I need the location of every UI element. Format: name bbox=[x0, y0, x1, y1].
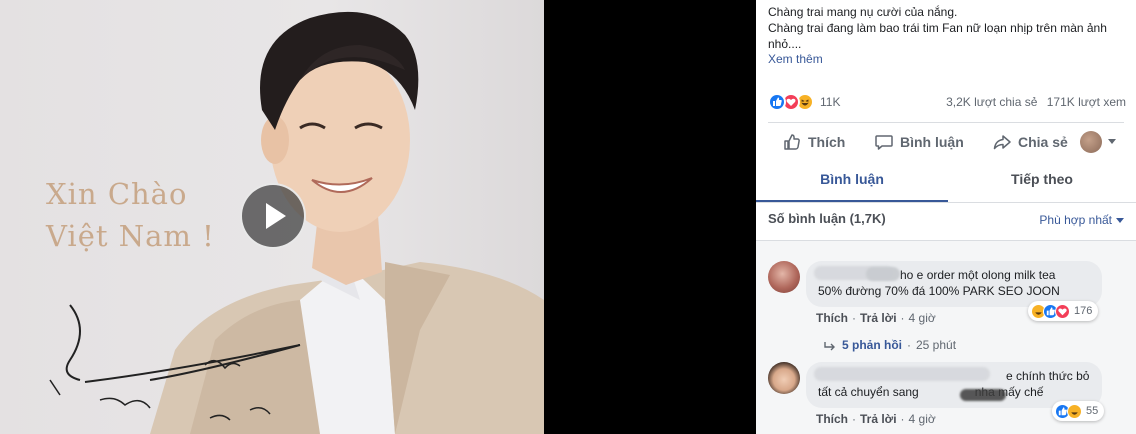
redacted-text bbox=[960, 389, 1006, 401]
like-button[interactable]: Thích bbox=[782, 132, 845, 152]
share-count[interactable]: 3,2K lượt chia sẻ bbox=[946, 95, 1037, 109]
post-caption-line2: Chàng trai đang làm bao trái tim Fan nữ … bbox=[768, 21, 1107, 35]
posting-as-avatar[interactable] bbox=[1080, 131, 1102, 153]
comment-list: ho e order một olong milk tea 50% đường … bbox=[756, 240, 1136, 434]
replies-count-link[interactable]: 5 phản hồi bbox=[842, 338, 902, 352]
post-panel: Chàng trai mang nụ cười của nắng. Chàng … bbox=[756, 0, 1136, 434]
reaction-summary[interactable] bbox=[768, 93, 818, 111]
video-title-line2: Việt Nam ! bbox=[46, 219, 215, 253]
comment-like-link[interactable]: Thích bbox=[816, 311, 848, 325]
comment-label: Bình luận bbox=[900, 134, 964, 150]
share-label: Chia sẻ bbox=[1018, 134, 1068, 150]
comment-text-line2a: tất cả chuyển sang bbox=[818, 385, 919, 399]
comment-time[interactable]: 4 giờ bbox=[909, 412, 936, 426]
facebook-video-viewer: Xin Chào Việt Nam ! Chàng trai mang nụ c… bbox=[0, 0, 1136, 434]
post-stats: 11K 3,2K lượt chia sẻ 171K lượt xem bbox=[768, 92, 1128, 112]
replies-time: 25 phút bbox=[916, 338, 957, 352]
sort-dropdown[interactable]: Phù hợp nhất bbox=[1039, 213, 1124, 227]
comment-reactions[interactable]: 176 bbox=[1028, 301, 1099, 321]
comment-text-line2: tất cả chuyển sang nha mấy chế bbox=[818, 384, 1090, 400]
comment-reply-link[interactable]: Trả lời bbox=[860, 412, 897, 426]
share-button[interactable]: Chia sẻ bbox=[992, 132, 1068, 152]
comment-meta: Thích · Trả lời · 4 giờ bbox=[816, 412, 936, 426]
tab-comments[interactable]: Bình luận bbox=[756, 160, 948, 202]
post-caption: Chàng trai mang nụ cười của nắng. Chàng … bbox=[768, 4, 1128, 52]
avatar[interactable] bbox=[768, 362, 800, 394]
video-overlay-title: Xin Chào Việt Nam ! bbox=[46, 173, 215, 257]
comment-meta: Thích · Trả lời · 4 giờ bbox=[816, 311, 936, 325]
comment-sort-row: Số bình luận (1,7K) Phù hợp nhất bbox=[756, 202, 1136, 238]
avatar[interactable] bbox=[768, 261, 800, 293]
post-caption-line3: nhỏ.... bbox=[768, 37, 802, 51]
video-player[interactable]: Xin Chào Việt Nam ! bbox=[0, 0, 544, 434]
share-view-counts: 3,2K lượt chia sẻ 171K lượt xem bbox=[946, 95, 1126, 109]
redacted-name-tail bbox=[866, 267, 900, 281]
comment-text-line2: 50% đường 70% đá 100% PARK SEO JOON bbox=[818, 284, 1060, 298]
post-caption-line1: Chàng trai mang nụ cười của nắng. bbox=[768, 5, 958, 19]
comment-reactions[interactable]: 55 bbox=[1052, 401, 1105, 421]
thumbs-up-icon bbox=[784, 134, 800, 150]
comment-count: Số bình luận (1,7K) bbox=[768, 211, 886, 226]
chevron-down-icon[interactable] bbox=[1108, 139, 1116, 144]
comment-time[interactable]: 4 giờ bbox=[909, 311, 936, 325]
post-action-bar: Thích Bình luận Chia sẻ bbox=[768, 126, 1124, 156]
see-more-link[interactable]: Xem thêm bbox=[768, 52, 823, 66]
tab-up-next[interactable]: Tiếp theo bbox=[948, 160, 1136, 202]
comment-icon bbox=[875, 135, 893, 150]
comment-tabs: Bình luận Tiếp theo bbox=[756, 160, 1136, 202]
redacted-name bbox=[814, 367, 990, 381]
comment-button[interactable]: Bình luận bbox=[874, 132, 964, 152]
like-label: Thích bbox=[808, 134, 846, 150]
view-replies[interactable]: 5 phản hồi · 25 phút bbox=[824, 338, 956, 352]
video-title-line1: Xin Chào bbox=[46, 177, 188, 211]
play-icon bbox=[266, 203, 286, 229]
haha-reaction-icon bbox=[1067, 403, 1082, 419]
love-reaction-icon bbox=[1055, 303, 1070, 319]
divider bbox=[768, 122, 1124, 123]
comment-like-link[interactable]: Thích bbox=[816, 412, 848, 426]
reaction-count[interactable]: 11K bbox=[820, 95, 840, 109]
share-arrow-icon bbox=[993, 135, 1011, 150]
sort-label: Phù hợp nhất bbox=[1039, 213, 1112, 227]
view-count: 171K lượt xem bbox=[1046, 95, 1126, 109]
comment-reply-link[interactable]: Trả lời bbox=[860, 311, 897, 325]
caret-down-icon bbox=[1116, 218, 1124, 224]
play-button[interactable] bbox=[240, 183, 306, 249]
reply-arrow-icon bbox=[824, 341, 835, 351]
comment-reaction-count: 55 bbox=[1086, 405, 1099, 417]
like-reaction-icon bbox=[768, 93, 786, 111]
comment-reaction-count: 176 bbox=[1074, 305, 1093, 317]
